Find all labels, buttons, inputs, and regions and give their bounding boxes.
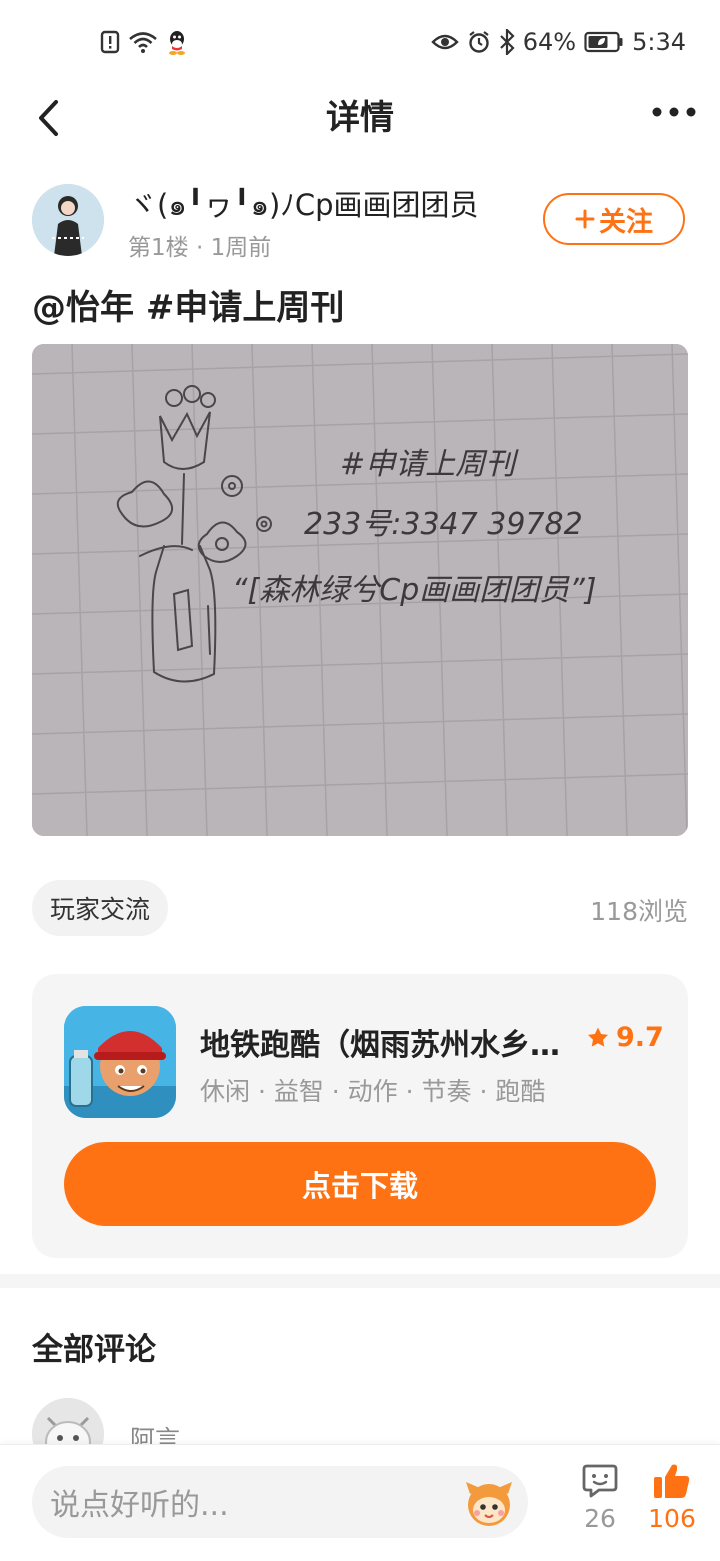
notification-icon (100, 30, 120, 54)
view-count: 118浏览 (590, 897, 688, 926)
post-image[interactable]: #申请上周刊 233号:3347 39782 “[森林绿兮Cp画画团团员”] (32, 344, 688, 836)
clock-time: 5:34 (632, 28, 686, 56)
status-left-icons (100, 26, 188, 58)
game-rating-value: 9.7 (616, 1022, 664, 1053)
avatar-image (32, 184, 104, 256)
comment-input-placeholder: 说点好听的... (50, 1488, 229, 1523)
sketch-text-line-2: 233号:3347 39782 (304, 507, 583, 542)
comment-button[interactable]: 26 (576, 1462, 624, 1550)
comment-count: 26 (584, 1504, 616, 1533)
sketch-drawing: #申请上周刊 233号:3347 39782 “[森林绿兮Cp画画团团员”] (32, 344, 688, 836)
thumbs-up-icon (654, 1464, 690, 1498)
section-divider (0, 1274, 720, 1288)
game-tags: 休闲 · 益智 · 动作 · 节奏 · 跑酷 (200, 1077, 546, 1106)
more-dots-icon (652, 107, 696, 117)
battery-icon (584, 31, 623, 53)
sketch-text-line-1: #申请上周刊 (340, 447, 519, 482)
subway-surfers-icon (64, 1006, 176, 1118)
comments-section-title: 全部评论 (32, 1332, 156, 1368)
more-options-button[interactable] (644, 92, 704, 132)
comment-bubble-icon (582, 1464, 618, 1498)
bluetooth-icon (499, 29, 515, 55)
game-app-icon[interactable] (64, 1006, 176, 1118)
page-title: 详情 (326, 98, 394, 138)
qq-icon (169, 31, 185, 55)
follow-label: 关注 (599, 206, 653, 238)
post-title: @怡年 #申请上周刊 (32, 288, 345, 328)
like-count: 106 (648, 1504, 696, 1533)
author-name[interactable]: ヾ(๑╹ヮ╹๑)ﾉCp画画团团员 (128, 182, 538, 228)
follow-button[interactable]: 关注 (543, 193, 685, 245)
battery-percent: 64% (522, 28, 577, 56)
download-label: 点击下载 (301, 1169, 418, 1203)
like-button[interactable]: 106 (642, 1462, 702, 1550)
author-avatar[interactable] (32, 184, 104, 256)
sketch-text-line-3: “[森林绿兮Cp画画团团员”] (232, 573, 596, 608)
plus-icon (575, 209, 595, 229)
star-icon (588, 1027, 608, 1047)
game-rating: 9.7 (586, 1022, 664, 1053)
status-right-icons: 64% 5:34 (431, 26, 686, 58)
wifi-icon (129, 32, 157, 53)
download-button[interactable]: 点击下载 (64, 1142, 656, 1226)
game-name[interactable]: 地铁跑酷（烟雨苏州水乡… (200, 1020, 580, 1064)
emoji-mascot-icon[interactable] (462, 1476, 516, 1530)
comment-input[interactable]: 说点好听的... (32, 1466, 528, 1538)
alarm-icon (469, 31, 489, 53)
status-bar: 64% 5:34 (0, 0, 720, 84)
post-floor-time: 第1楼 · 1周前 (128, 235, 272, 261)
eye-icon (431, 34, 459, 50)
topic-tag-chip[interactable]: 玩家交流 (32, 880, 169, 936)
topic-tag-label: 玩家交流 (50, 895, 151, 924)
